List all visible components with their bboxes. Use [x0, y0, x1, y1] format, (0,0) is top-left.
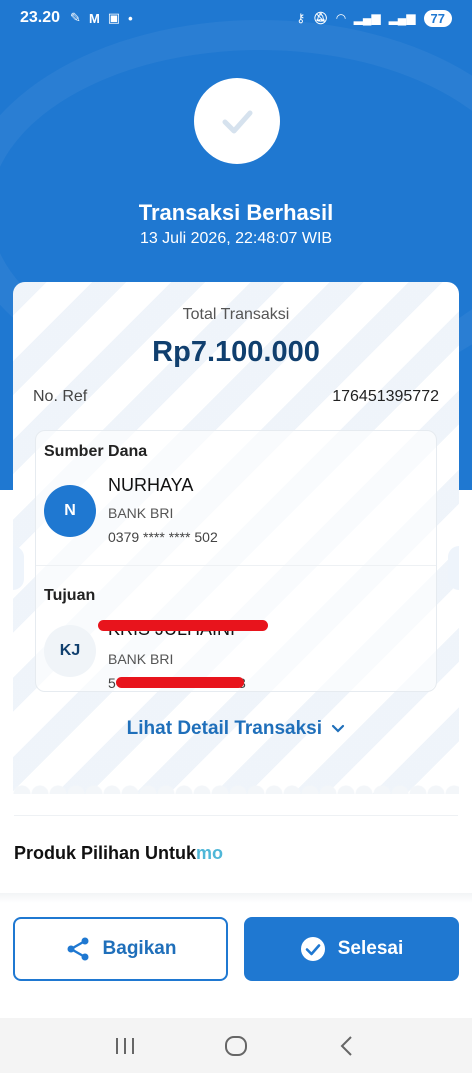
- receipt-card: Total Transaksi Rp7.100.000 No. Ref 1764…: [13, 282, 459, 794]
- brand-logo: mo: [196, 843, 224, 863]
- status-icons-left: ✎ M ▣ •: [70, 10, 133, 26]
- gmail-icon: M: [88, 10, 100, 26]
- wifi-icon: ◠: [336, 11, 346, 25]
- receipt-notch-left: [13, 546, 24, 590]
- done-button-label: Selesai: [337, 938, 404, 959]
- check-icon: [222, 110, 253, 134]
- receipt-notch-right: [448, 546, 459, 590]
- chevron-down-icon: [332, 724, 345, 733]
- destination-section-label: Tujuan: [44, 587, 96, 604]
- destination-bank: BANK BRI: [108, 651, 174, 667]
- total-label: Total Transaksi: [182, 306, 290, 323]
- source-section-label: Sumber Dana: [44, 443, 148, 460]
- ref-label: No. Ref: [33, 388, 88, 405]
- mute-icon: 🔕︎: [313, 11, 329, 25]
- view-details-link[interactable]: Lihat Detail Transaksi: [13, 718, 459, 740]
- system-nav-bar: [0, 1018, 472, 1073]
- battery-indicator: 77: [423, 9, 452, 27]
- total-amount: Rp7.100.000: [152, 336, 320, 368]
- status-time: 23.20: [20, 9, 61, 26]
- key-icon: ⚷: [296, 11, 306, 25]
- section-divider: [14, 815, 458, 816]
- signal-icon: ▂▄▆: [388, 11, 416, 25]
- product-recommendation-heading: Produk Pilihan Untukmo: [14, 843, 223, 864]
- redaction-mark-account: [116, 677, 244, 688]
- recent-apps-button[interactable]: [105, 1026, 145, 1066]
- success-check-badge: [194, 78, 280, 164]
- back-icon: [340, 1035, 352, 1056]
- transaction-datetime: 13 Juli 2026, 22:48:07 WIB: [139, 230, 333, 247]
- done-button[interactable]: Selesai: [244, 917, 459, 981]
- recent-apps-icon: [116, 1037, 135, 1054]
- source-name: NURHAYA: [108, 475, 194, 495]
- page-title: Transaksi Berhasil: [138, 200, 334, 225]
- product-heading-label: Produk Pilihan Untuk: [14, 843, 197, 863]
- signal-icon: ▂▄▆: [353, 11, 381, 25]
- ref-value: 176451395772: [332, 388, 439, 405]
- source-account: 0379 **** **** 502: [108, 529, 218, 545]
- redaction-mark-name: [98, 620, 268, 631]
- source-avatar: N: [44, 485, 96, 537]
- home-button[interactable]: [216, 1026, 256, 1066]
- status-icons-right: ⚷ 🔕︎ ◠ ▂▄▆ ▂▄▆ 77: [296, 9, 452, 27]
- home-icon: [224, 1035, 247, 1056]
- check-circle-icon: [300, 937, 325, 961]
- destination-avatar: KJ: [44, 625, 96, 677]
- back-button[interactable]: [327, 1026, 367, 1066]
- party-box: Sumber Dana N NURHAYA BANK BRI 0379 ****…: [35, 430, 437, 692]
- source-bank: BANK BRI: [108, 505, 174, 521]
- share-icon: [67, 937, 89, 961]
- receipt-zigzag-edge: [13, 780, 459, 794]
- detail-link-label: Lihat Detail Transaksi: [126, 718, 323, 739]
- news-icon: ▣: [107, 10, 121, 25]
- notification-icon: ✎: [70, 10, 81, 25]
- dot-icon: •: [128, 10, 133, 26]
- bottom-panel-shadow: [0, 893, 472, 903]
- destination-account-start: 5: [108, 675, 116, 691]
- share-button[interactable]: Bagikan: [13, 917, 228, 981]
- share-button-label: Bagikan: [102, 938, 177, 959]
- status-bar: 23.20 ✎ M ▣ • ⚷ 🔕︎ ◠ ▂▄▆ ▂▄▆ 77: [0, 0, 472, 36]
- party-divider: [36, 565, 436, 566]
